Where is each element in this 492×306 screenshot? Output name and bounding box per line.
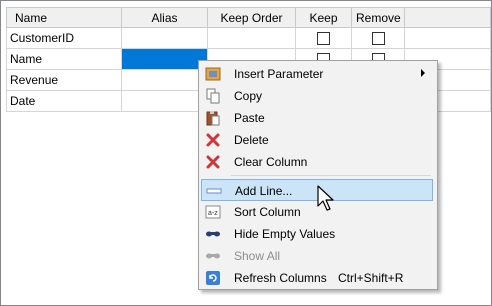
submenu-arrow-icon [421,69,425,77]
column-header-alias[interactable]: Alias [121,7,208,28]
menu-item-shortcut: Ctrl+Shift+R [338,271,404,285]
remove-cell[interactable] [351,27,405,49]
column-header-keep[interactable]: Keep [295,7,352,28]
menu-item-paste[interactable]: Paste [201,107,433,129]
alias-cell[interactable] [121,90,208,112]
keep-cell[interactable] [295,27,352,49]
insert-parameter-icon [205,66,221,82]
menu-item-show-all[interactable]: Show All [201,245,433,267]
filler-cell [404,27,491,49]
hide-empty-values-icon [205,226,221,242]
menu-item-label: Delete [234,133,269,147]
name-cell[interactable]: Revenue [6,69,122,91]
column-header-keep-order[interactable]: Keep Order [207,7,296,28]
menu-item-insert-parameter[interactable]: Insert Parameter [201,63,433,85]
copy-icon [205,88,221,104]
column-header-name[interactable]: Name [6,7,122,28]
context-menu: Insert Parameter Copy Paste Delete Clear… [198,60,438,290]
refresh-columns-icon [205,270,221,286]
clear-column-icon [205,154,221,170]
menu-item-label: Clear Column [234,155,308,169]
menu-item-delete[interactable]: Delete [201,129,433,151]
alias-cell-selected[interactable] [121,48,208,70]
table-row[interactable]: CustomerID [6,27,491,49]
alias-cell[interactable] [121,69,208,91]
keep-checkbox[interactable] [317,31,330,45]
menu-item-label: Show All [234,249,281,263]
name-cell[interactable]: Name [6,48,122,70]
menu-item-label: Copy [234,89,263,103]
column-header-remove[interactable]: Remove [351,7,405,28]
remove-checkbox[interactable] [371,31,385,45]
name-cell[interactable]: CustomerID [6,27,122,49]
menu-item-label: Sort Column [234,205,301,219]
menu-item-label: Insert Parameter [234,67,324,81]
paste-icon [205,110,221,126]
menu-item-clear-column[interactable]: Clear Column [201,151,433,173]
mouse-pointer-icon [317,185,334,211]
alias-cell[interactable] [121,27,208,49]
name-cell[interactable]: Date [6,90,122,112]
delete-icon [205,132,221,148]
menu-separator [231,175,431,176]
menu-item-label: Paste [234,111,265,125]
menu-item-label: Refresh Columns [234,271,327,285]
column-header-filler [404,7,491,28]
grid-header-row: Name Alias Keep Order Keep Remove [6,7,491,28]
add-line-icon [206,183,222,199]
svg-text:a-z: a-z [208,210,218,217]
menu-item-copy[interactable]: Copy [201,85,433,107]
menu-item-refresh-columns[interactable]: Refresh Columns Ctrl+Shift+R [201,267,433,289]
menu-item-label: Add Line... [235,184,293,198]
show-all-icon [205,248,221,264]
keep-order-cell[interactable] [207,27,296,49]
sort-column-icon: a-z [205,204,221,220]
menu-item-hide-empty-values[interactable]: Hide Empty Values [201,223,433,245]
menu-item-label: Hide Empty Values [234,227,336,241]
